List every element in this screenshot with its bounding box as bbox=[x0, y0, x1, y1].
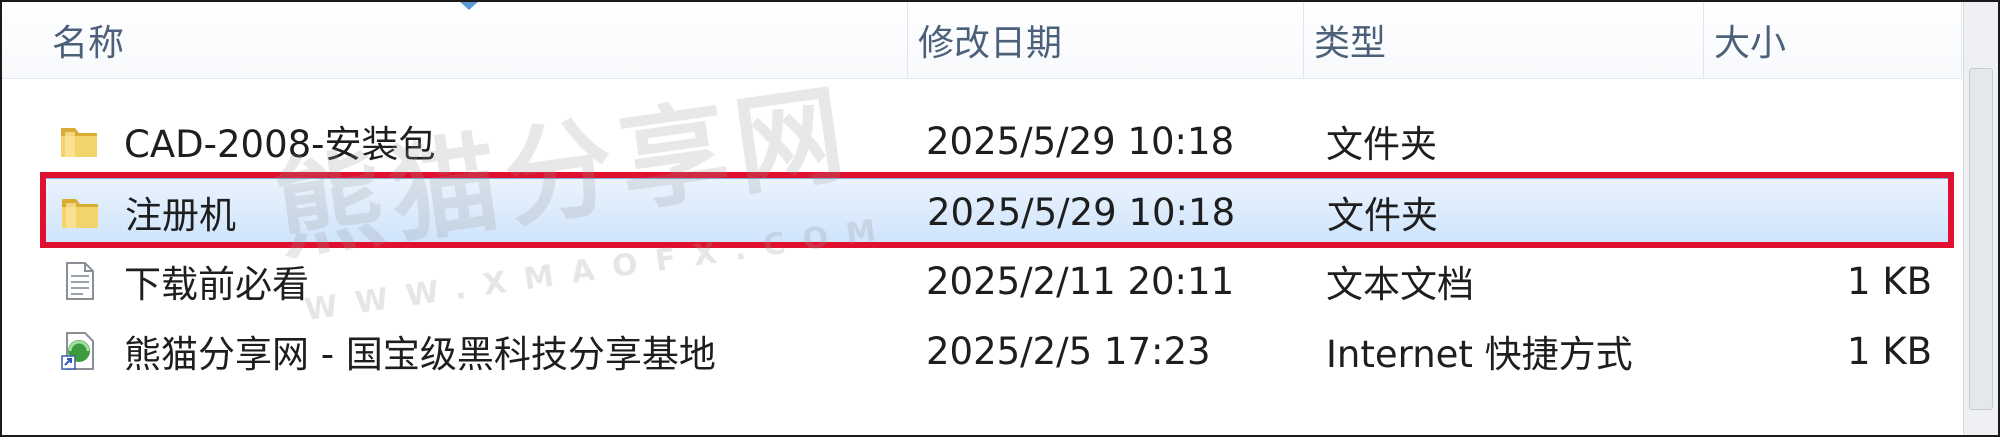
internet-shortcut-icon bbox=[61, 332, 94, 370]
file-row[interactable]: 下载前必看 2025/2/11 20:11 文本文档 1 KB bbox=[42, 248, 1954, 314]
vertical-scrollbar[interactable] bbox=[1963, 2, 1998, 435]
file-size: 1 KB bbox=[1847, 259, 1932, 303]
column-header-modified[interactable]: 修改日期 bbox=[908, 2, 1304, 78]
file-name: CAD-2008-安装包 bbox=[124, 123, 436, 166]
file-modified: 2025/2/5 17:23 bbox=[926, 329, 1211, 373]
column-header-size[interactable]: 大小 bbox=[1704, 2, 1962, 78]
column-header-type[interactable]: 类型 bbox=[1304, 2, 1704, 78]
file-row[interactable]: CAD-2008-安装包 2025/5/29 10:18 文件夹 bbox=[42, 108, 1954, 174]
column-header-bar: 名称 修改日期 类型 大小 bbox=[2, 2, 1962, 79]
file-size: 1 KB bbox=[1847, 329, 1932, 373]
file-type: 文本文档 bbox=[1326, 263, 1474, 306]
column-header-modified-label: 修改日期 bbox=[918, 23, 1063, 64]
text-file-icon bbox=[66, 262, 94, 300]
column-header-name[interactable]: 名称 bbox=[42, 2, 908, 78]
column-header-type-label: 类型 bbox=[1314, 23, 1387, 64]
scrollbar-thumb[interactable] bbox=[1969, 68, 1993, 410]
folder-icon bbox=[61, 128, 97, 157]
file-explorer-pane: 名称 修改日期 类型 大小 CAD-2008-安装包 2025/5/29 10:… bbox=[0, 0, 2000, 437]
file-row[interactable]: 熊猫分享网 - 国宝级黑科技分享基地 2025/2/5 17:23 Intern… bbox=[42, 318, 1954, 384]
file-type: 文件夹 bbox=[1326, 123, 1437, 166]
file-modified: 2025/2/11 20:11 bbox=[926, 259, 1235, 303]
file-type: Internet 快捷方式 bbox=[1326, 333, 1633, 376]
file-name: 熊猫分享网 - 国宝级黑科技分享基地 bbox=[124, 333, 716, 376]
column-header-name-label: 名称 bbox=[52, 23, 125, 64]
file-modified: 2025/5/29 10:18 bbox=[926, 119, 1235, 163]
file-name: 下载前必看 bbox=[124, 263, 309, 306]
file-size bbox=[1782, 108, 1932, 174]
highlight-box bbox=[40, 172, 1954, 248]
column-header-size-label: 大小 bbox=[1714, 23, 1787, 64]
